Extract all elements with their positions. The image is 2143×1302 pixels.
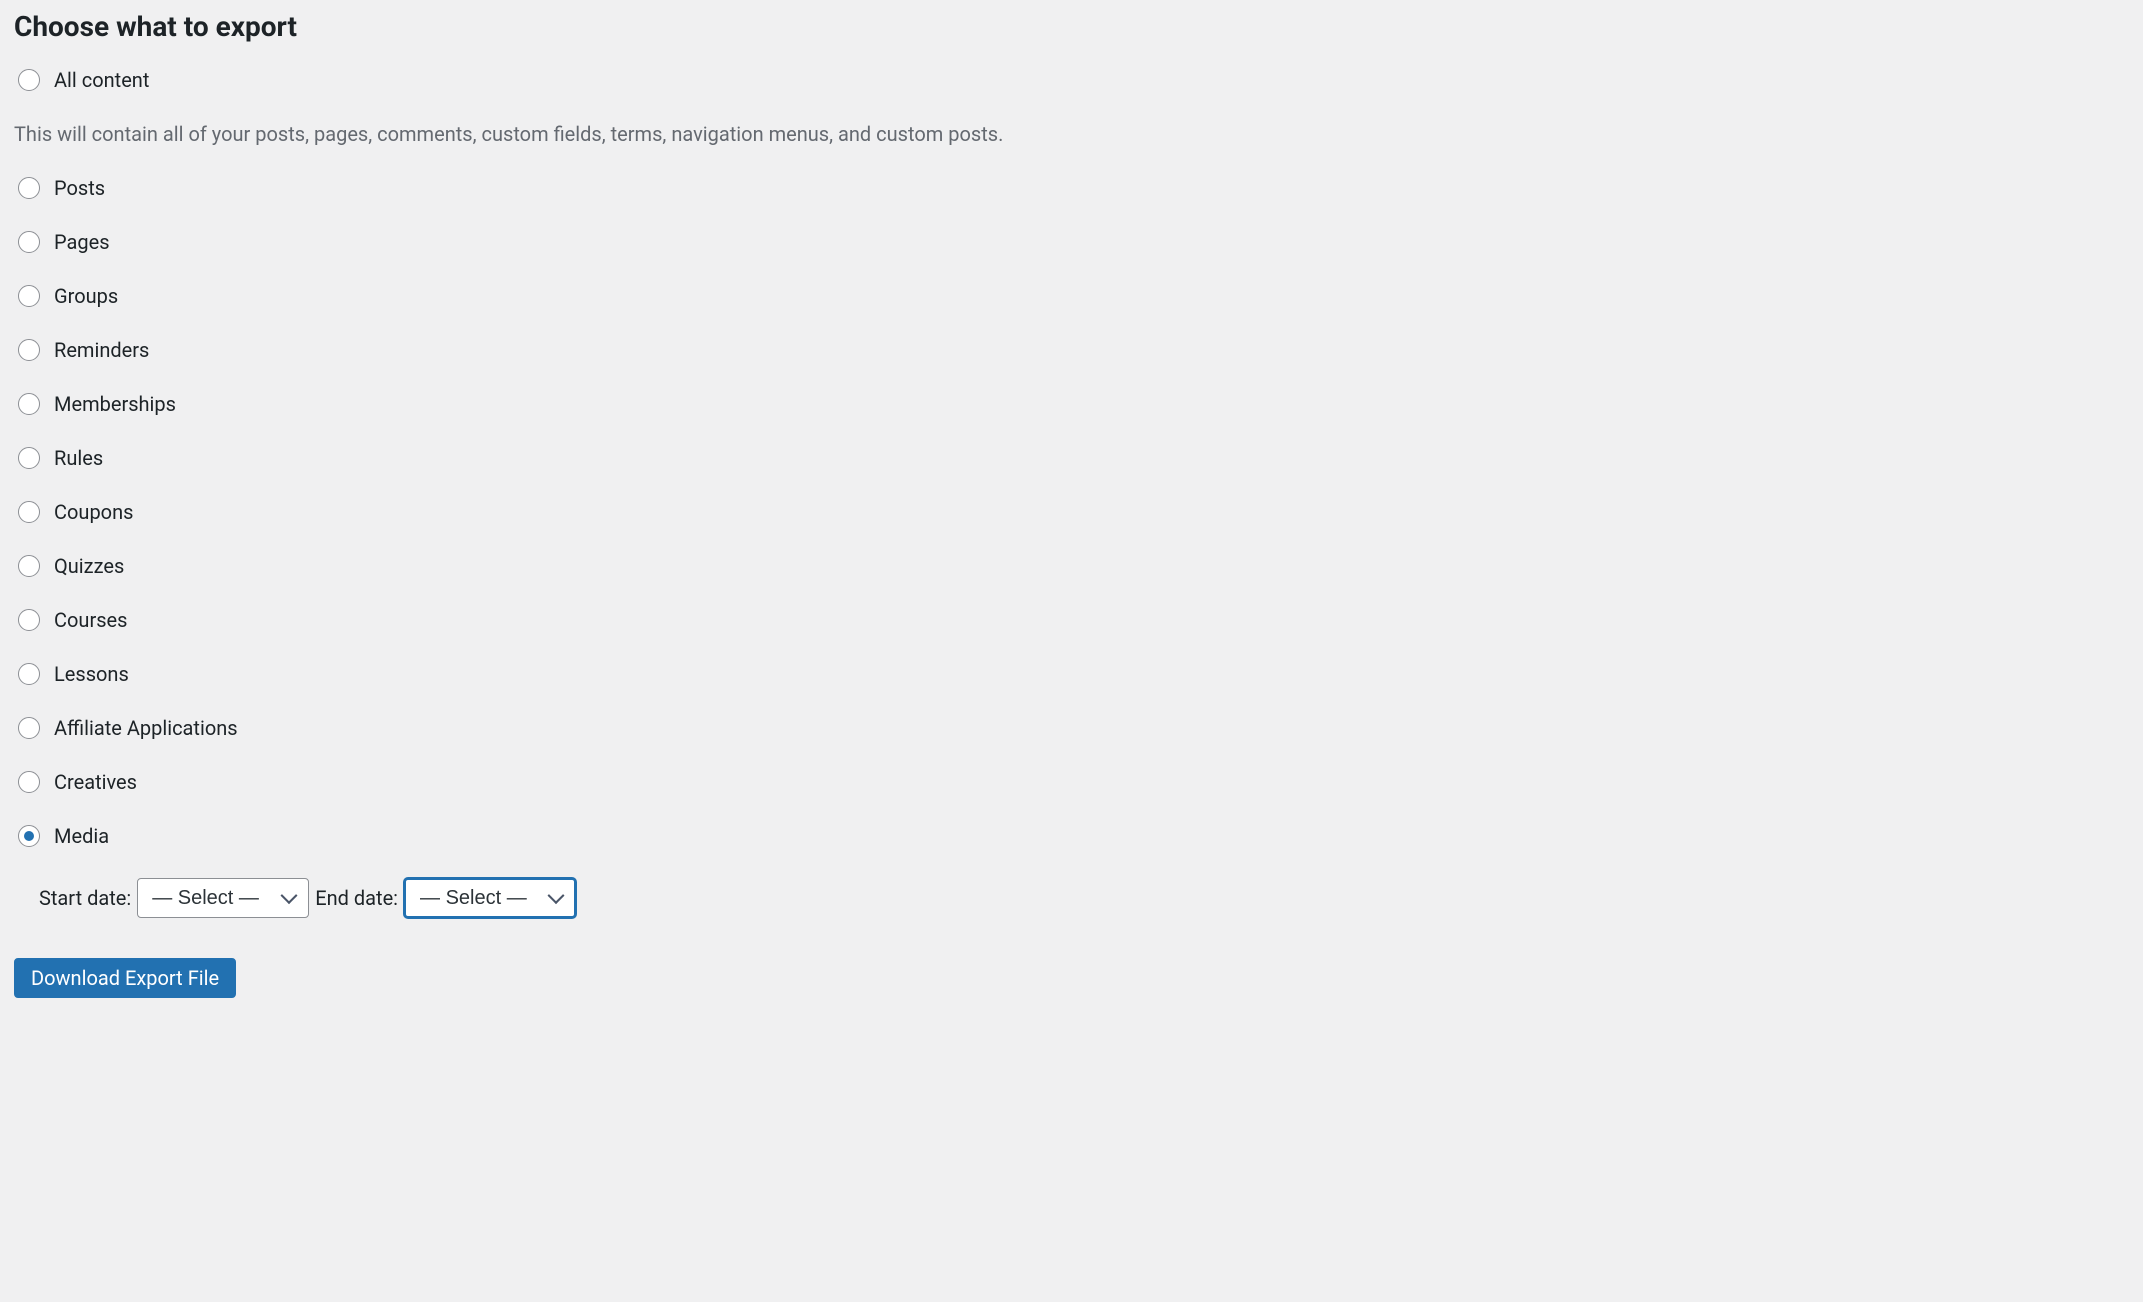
start-date-select-wrapper: — Select — [137,878,309,918]
label-pages[interactable]: Pages [54,230,110,254]
option-reminders-row: Reminders [14,338,2143,362]
option-pages-row: Pages [14,230,2143,254]
label-media[interactable]: Media [54,824,109,848]
radio-coupons[interactable] [18,501,40,523]
radio-groups[interactable] [18,285,40,307]
radio-reminders[interactable] [18,339,40,361]
label-quizzes[interactable]: Quizzes [54,554,124,578]
date-filter-row: Start date: — Select — End date: — Selec… [39,878,2143,918]
radio-quizzes[interactable] [18,555,40,577]
label-posts[interactable]: Posts [54,176,105,200]
end-date-label: End date: [315,886,398,910]
radio-all-content[interactable] [18,69,40,91]
radio-lessons[interactable] [18,663,40,685]
option-media-row: Media [14,824,2143,848]
label-groups[interactable]: Groups [54,284,118,308]
label-reminders[interactable]: Reminders [54,338,149,362]
option-groups-row: Groups [14,284,2143,308]
end-date-select[interactable]: — Select — [404,878,576,918]
download-export-button[interactable]: Download Export File [14,958,236,998]
radio-affiliate-applications[interactable] [18,717,40,739]
option-quizzes-row: Quizzes [14,554,2143,578]
option-memberships-row: Memberships [14,392,2143,416]
option-all-content-row: All content [14,68,2143,92]
radio-media[interactable] [18,825,40,847]
option-affiliate-applications-row: Affiliate Applications [14,716,2143,740]
label-memberships[interactable]: Memberships [54,392,176,416]
radio-rules[interactable] [18,447,40,469]
option-creatives-row: Creatives [14,770,2143,794]
option-posts-row: Posts [14,176,2143,200]
label-courses[interactable]: Courses [54,608,127,632]
all-content-description: This will contain all of your posts, pag… [14,122,2143,146]
label-creatives[interactable]: Creatives [54,770,137,794]
start-date-select[interactable]: — Select — [137,878,309,918]
label-rules[interactable]: Rules [54,446,103,470]
option-courses-row: Courses [14,608,2143,632]
radio-pages[interactable] [18,231,40,253]
radio-posts[interactable] [18,177,40,199]
option-rules-row: Rules [14,446,2143,470]
radio-memberships[interactable] [18,393,40,415]
label-affiliate-applications[interactable]: Affiliate Applications [54,716,238,740]
label-coupons[interactable]: Coupons [54,500,133,524]
export-heading: Choose what to export [14,10,2143,43]
end-date-select-wrapper: — Select — [404,878,576,918]
radio-creatives[interactable] [18,771,40,793]
start-date-label: Start date: [39,886,131,910]
radio-courses[interactable] [18,609,40,631]
label-lessons[interactable]: Lessons [54,662,129,686]
option-lessons-row: Lessons [14,662,2143,686]
option-coupons-row: Coupons [14,500,2143,524]
label-all-content[interactable]: All content [54,68,149,92]
